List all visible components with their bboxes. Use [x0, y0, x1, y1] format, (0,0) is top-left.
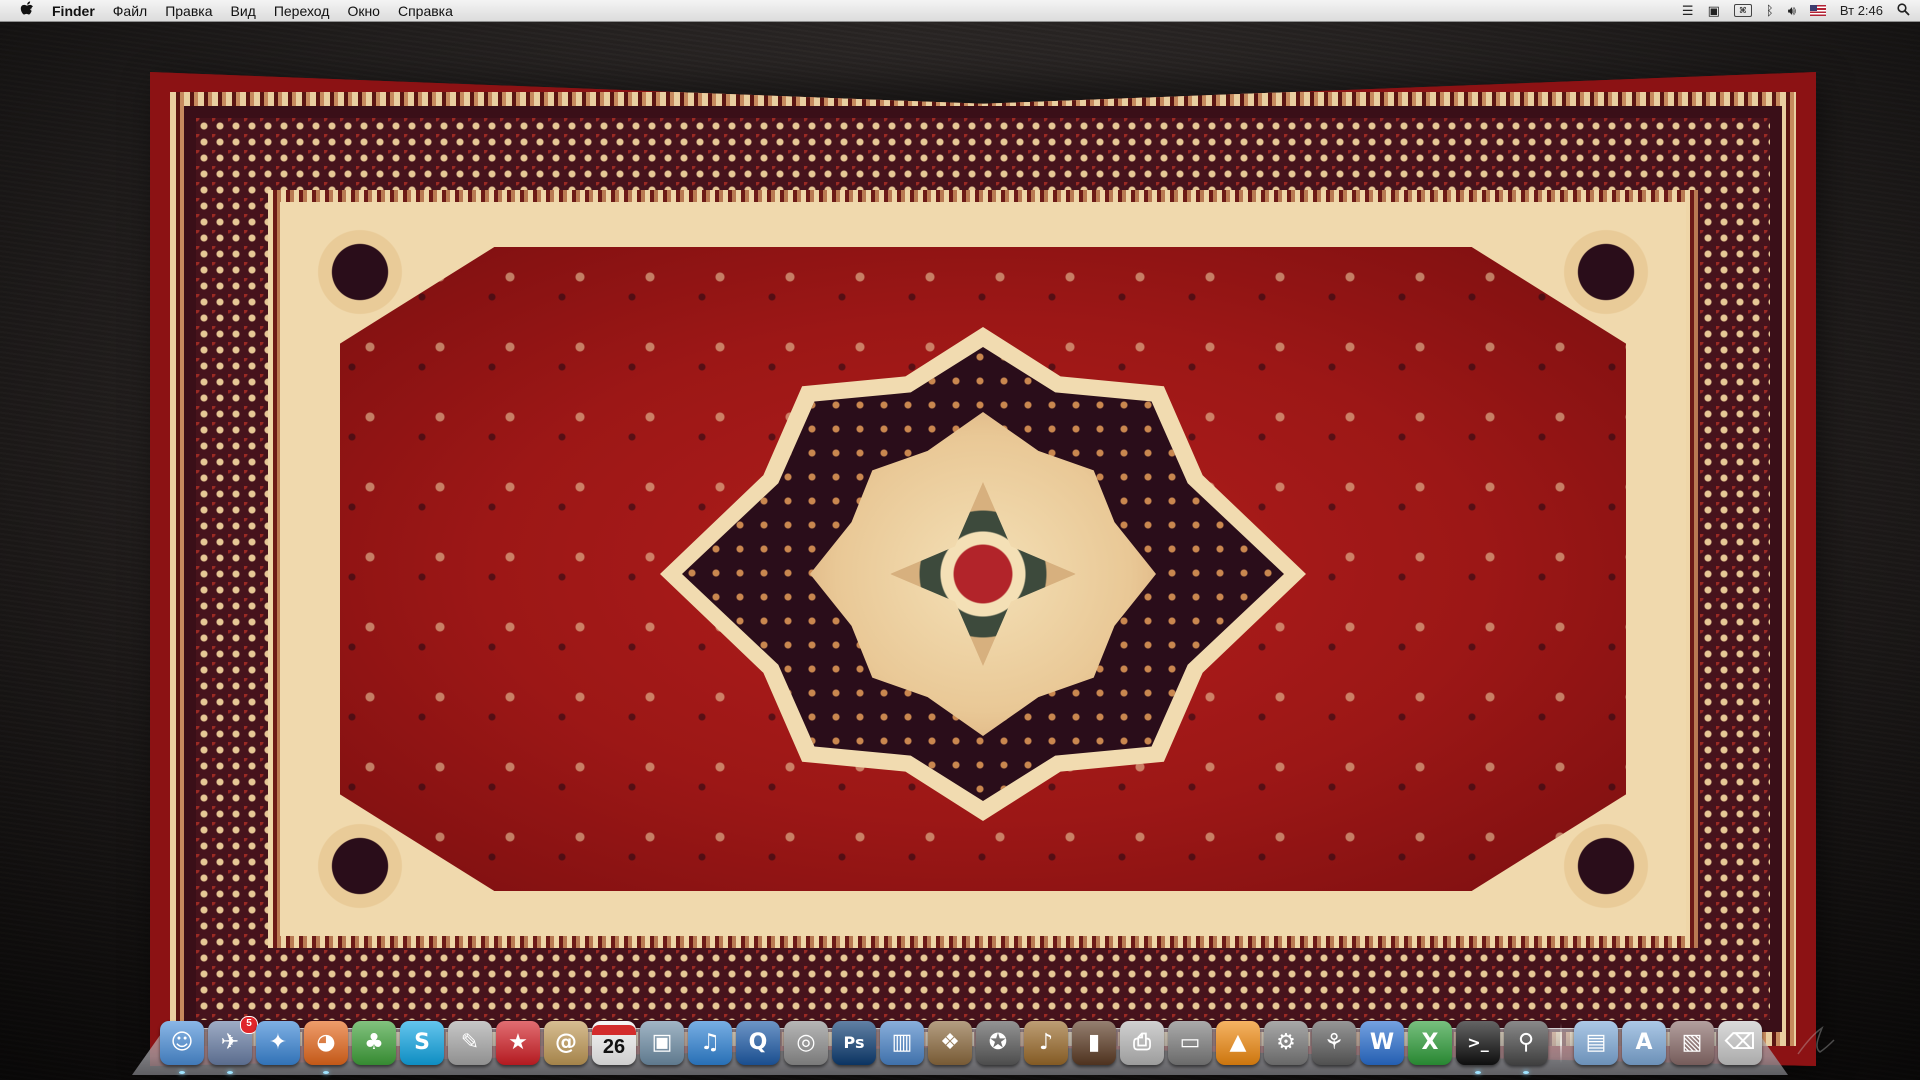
- imovie-star-icon-glyph: ✪: [988, 1030, 1008, 1055]
- dvd-player-icon[interactable]: ◎: [784, 1021, 828, 1065]
- running-indicator: [1523, 1071, 1529, 1074]
- script-editor-icon-glyph: ✎: [460, 1030, 480, 1055]
- quicktime-icon-glyph: Q: [748, 1030, 768, 1055]
- volume-icon[interactable]: 🔊︎: [1788, 3, 1796, 19]
- excel-icon-glyph: X: [1421, 1030, 1439, 1055]
- mail-stamp-icon[interactable]: ✈ 5: [208, 1016, 258, 1074]
- us-flag-icon[interactable]: [1809, 5, 1826, 16]
- skype-icon[interactable]: S: [400, 1021, 444, 1065]
- finder-icon[interactable]: ☺: [160, 1021, 204, 1074]
- safari-compass-icon[interactable]: ✦: [256, 1021, 300, 1065]
- hp-printer-icon[interactable]: ⎙: [1120, 1021, 1164, 1065]
- books-icon[interactable]: ▮: [1072, 1021, 1116, 1065]
- rug-wallpaper-image: [150, 72, 1816, 1066]
- applications-folder-icon[interactable]: A: [1622, 1021, 1666, 1065]
- pokerstars-icon-glyph: ★: [508, 1030, 528, 1055]
- downloads-stack-icon[interactable]: ▧: [1670, 1021, 1714, 1065]
- rug-corner-ornament: [290, 806, 430, 926]
- system-preferences-gear-icon[interactable]: ⚙: [1264, 1021, 1308, 1065]
- rug-corner-ornament: [1536, 212, 1676, 332]
- firefox-icon-glyph: ◕: [316, 1030, 336, 1055]
- system-preferences-gear-icon-glyph: ⚙: [1276, 1030, 1296, 1055]
- guitar-icon-glyph: ♪: [1038, 1030, 1054, 1055]
- app-menu-finder[interactable]: Finder: [52, 3, 95, 19]
- itunes-icon-glyph: ♫: [700, 1030, 720, 1055]
- iphoto-icon[interactable]: ❖: [928, 1021, 972, 1065]
- dock: ☺ ✈ 5 ✦ ◕ ♣ S ✎ ★ @26 ▣ ♫ Q ◎ Ps ▥ ❖ ✪ ♪ ▮ ⎙ ▭ ▲ ⚙ ⚘ W X >_ ⚲ ▤ A ▧ ⌫: [160, 1016, 1766, 1074]
- imovie-star-icon[interactable]: ✪: [976, 1021, 1020, 1065]
- rug-corner-ornament: [290, 212, 430, 332]
- pokerstars-icon[interactable]: ★: [496, 1021, 540, 1065]
- finder-icon-glyph: ☺: [170, 1030, 194, 1055]
- menu-go[interactable]: Переход: [274, 3, 330, 19]
- spotlight-search-icon[interactable]: [1897, 2, 1910, 19]
- network-folder-icon-glyph: ▥: [891, 1030, 913, 1055]
- address-book-icon-glyph: @: [555, 1030, 577, 1055]
- applications-folder-icon-glyph: A: [1635, 1030, 1653, 1055]
- downloads-stack-icon-glyph: ▧: [1681, 1030, 1703, 1055]
- desktop-wallpaper: [0, 22, 1920, 1080]
- menu-window[interactable]: Окно: [347, 3, 380, 19]
- keyboard-layout-icon[interactable]: ⌘: [1733, 4, 1752, 17]
- bluetooth-icon[interactable]: ᛒ: [1766, 3, 1774, 18]
- books-icon-glyph: ▮: [1087, 1030, 1101, 1055]
- calendar-day: 26: [602, 1036, 626, 1058]
- hp-printer-icon-glyph: ⎙: [1133, 1030, 1151, 1055]
- address-book-icon[interactable]: @: [544, 1021, 588, 1065]
- guitar-icon[interactable]: ♪: [1024, 1021, 1068, 1065]
- running-indicator: [227, 1071, 233, 1074]
- stacked-bars-icon[interactable]: ☰: [1682, 3, 1694, 19]
- script-editor-icon[interactable]: ✎: [448, 1021, 492, 1065]
- hard-drive-icon[interactable]: ▭: [1168, 1021, 1212, 1065]
- word-icon-glyph: W: [1369, 1030, 1395, 1055]
- running-indicator: [323, 1071, 329, 1074]
- dock-separator: [1560, 1023, 1562, 1063]
- duck-icon[interactable]: ♣: [352, 1021, 396, 1065]
- terminal-icon[interactable]: >_: [1456, 1021, 1500, 1074]
- quicktime-icon[interactable]: Q: [736, 1021, 780, 1065]
- running-indicator: [179, 1071, 185, 1074]
- trash-icon[interactable]: ⌫: [1718, 1021, 1762, 1065]
- menu-bar: Finder Файл Правка Вид Переход Окно Спра…: [0, 0, 1920, 22]
- excel-icon[interactable]: X: [1408, 1021, 1452, 1065]
- firefox-icon[interactable]: ◕: [304, 1021, 348, 1074]
- running-indicator: [1475, 1071, 1481, 1074]
- iphoto-icon-glyph: ❖: [940, 1030, 960, 1055]
- network-folder-icon[interactable]: ▥: [880, 1021, 924, 1065]
- preview-icon[interactable]: ▣: [640, 1021, 684, 1065]
- apple-menu-icon[interactable]: [18, 0, 36, 21]
- skype-icon-glyph: S: [414, 1030, 430, 1055]
- photoshop-icon-glyph: Ps: [843, 1033, 865, 1052]
- dvd-player-icon-glyph: ◎: [796, 1030, 816, 1055]
- counter-strike-icon-glyph: ⚲: [1517, 1030, 1535, 1055]
- steam-icon[interactable]: ⚘: [1312, 1021, 1356, 1065]
- rug-corner-ornament: [1536, 806, 1676, 926]
- menu-edit[interactable]: Правка: [165, 3, 212, 19]
- signature-mark: [1797, 1026, 1835, 1055]
- counter-strike-icon[interactable]: ⚲: [1504, 1021, 1548, 1074]
- photoshop-icon[interactable]: Ps: [832, 1021, 876, 1065]
- documents-folder-icon[interactable]: ▤: [1574, 1021, 1618, 1065]
- vlc-cone-icon[interactable]: ▲: [1216, 1021, 1260, 1065]
- terminal-icon-glyph: >_: [1467, 1033, 1489, 1052]
- safari-compass-icon-glyph: ✦: [268, 1030, 288, 1055]
- calendar-icon[interactable]: 26: [592, 1021, 636, 1065]
- steam-icon-glyph: ⚘: [1324, 1030, 1344, 1055]
- preview-icon-glyph: ▣: [651, 1030, 673, 1055]
- vlc-cone-icon-glyph: ▲: [1229, 1030, 1247, 1055]
- mail-stamp-icon-glyph: ✈: [220, 1030, 240, 1055]
- duck-icon-glyph: ♣: [364, 1030, 384, 1055]
- clock[interactable]: Вт 2:46: [1840, 3, 1883, 18]
- menu-view[interactable]: Вид: [231, 3, 256, 19]
- word-icon[interactable]: W: [1360, 1021, 1404, 1065]
- menu-help[interactable]: Справка: [398, 3, 453, 19]
- documents-folder-icon-glyph: ▤: [1585, 1030, 1607, 1055]
- menu-file[interactable]: Файл: [113, 3, 147, 19]
- screen-icon[interactable]: ▣: [1708, 3, 1720, 19]
- calendar-header: [592, 1025, 636, 1035]
- hard-drive-icon-glyph: ▭: [1179, 1030, 1201, 1055]
- status-menus: ☰ ▣ ⌘ ᛒ 🔊︎ Вт 2:46: [1682, 0, 1910, 21]
- itunes-icon[interactable]: ♫: [688, 1021, 732, 1065]
- trash-icon-glyph: ⌫: [1724, 1030, 1756, 1055]
